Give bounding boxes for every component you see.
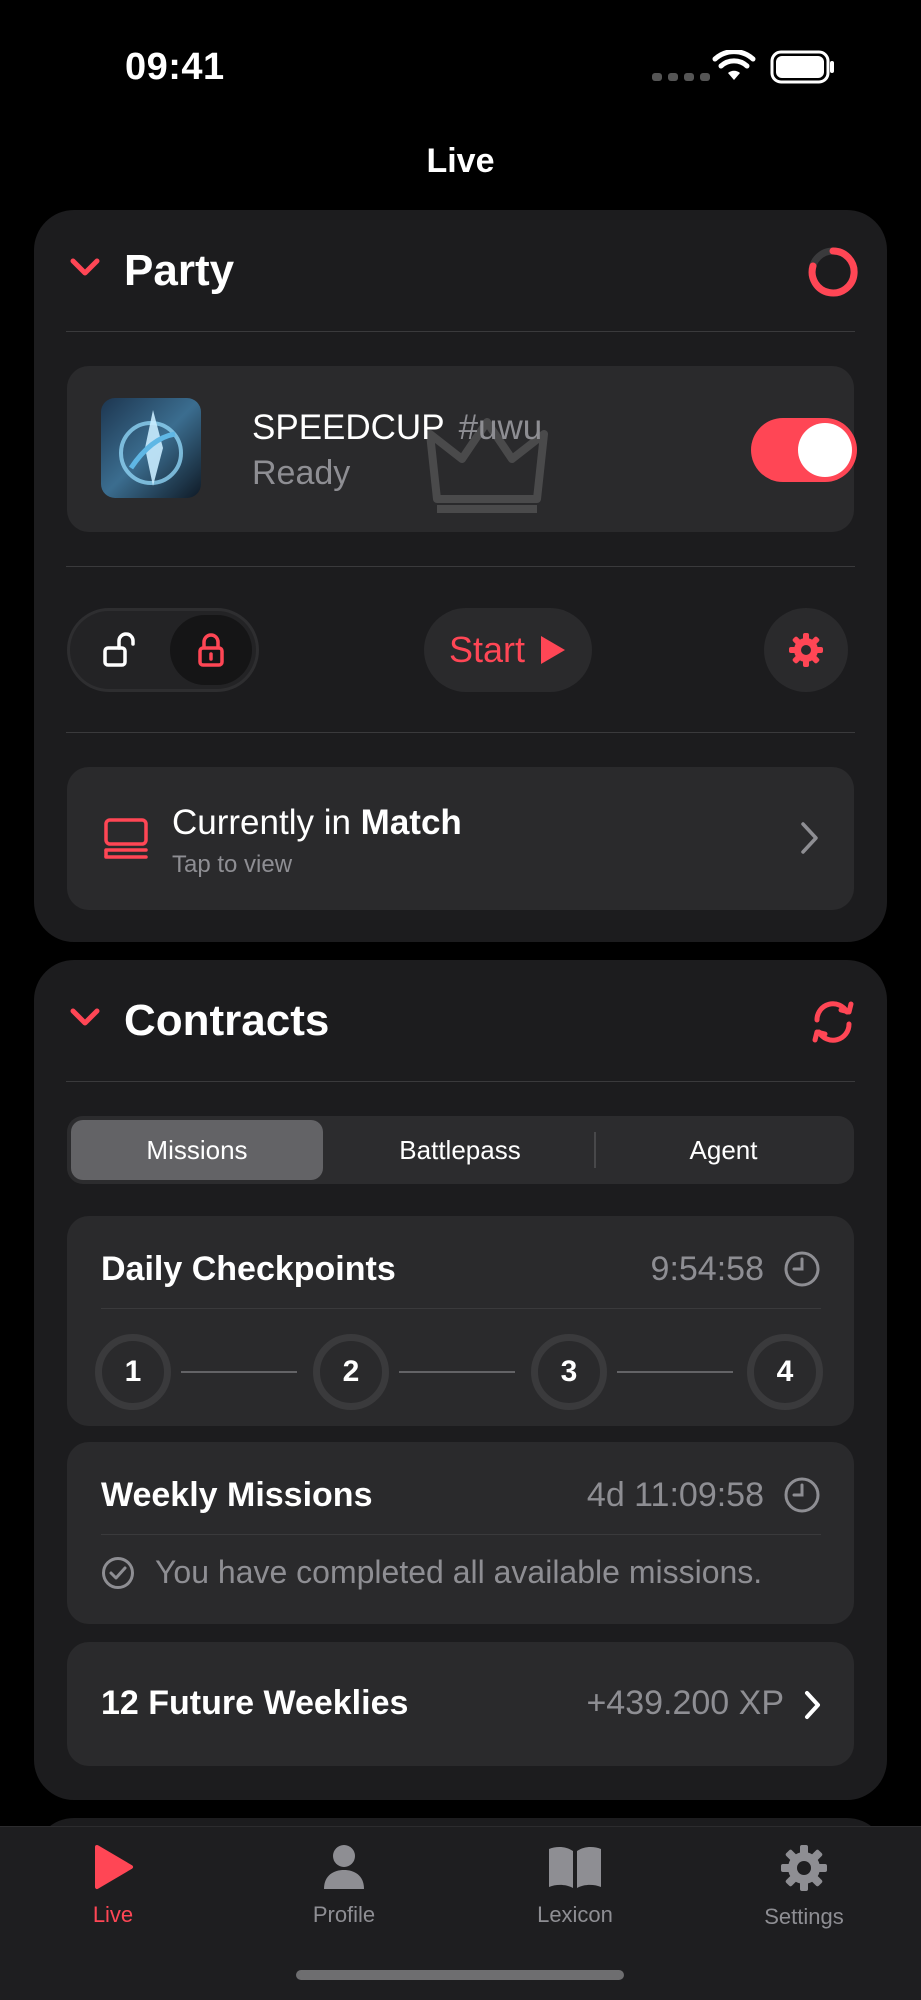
- future-xp: +439.200 XP: [586, 1684, 784, 1722]
- member-name: SPEEDCUP #uwu: [252, 408, 542, 448]
- ready-toggle[interactable]: [751, 418, 857, 482]
- contracts-title: Contracts: [124, 996, 330, 1045]
- play-icon: [95, 1845, 133, 1889]
- party-settings-button[interactable]: [764, 608, 848, 692]
- member-name-text: SPEEDCUP: [252, 408, 445, 447]
- tab-live[interactable]: Live: [23, 1843, 203, 1928]
- tab-lexicon-label: Lexicon: [537, 1902, 613, 1927]
- divider: [66, 1081, 855, 1082]
- status-bar: 09:41: [0, 0, 921, 140]
- segment-separator: [594, 1132, 596, 1168]
- clock-icon: [784, 1251, 820, 1287]
- weekly-message-text: You have completed all available mission…: [155, 1554, 763, 1590]
- toggle-knob: [798, 423, 852, 477]
- checkpoint-connector: [617, 1371, 733, 1373]
- current-match-row[interactable]: Currently in Match Tap to view: [67, 767, 854, 910]
- player-card-avatar: [101, 398, 201, 498]
- chevron-down-icon[interactable]: [70, 1008, 100, 1028]
- gear-icon: [789, 633, 823, 667]
- tab-lexicon[interactable]: Lexicon: [485, 1843, 665, 1928]
- checkpoint-4: 4: [747, 1334, 823, 1410]
- refresh-icon[interactable]: [809, 998, 857, 1046]
- tab-live-label: Live: [92, 1902, 134, 1927]
- gear-icon: [781, 1845, 827, 1891]
- lock-icon: [198, 633, 224, 667]
- clock-icon: [784, 1477, 820, 1513]
- home-indicator: [296, 1970, 624, 1980]
- tab-battlepass[interactable]: Battlepass: [329, 1120, 591, 1180]
- weekly-time-left: 4d 11:09:58: [586, 1476, 764, 1514]
- divider: [66, 331, 855, 332]
- match-title: Currently in Match: [172, 803, 462, 843]
- weekly-missions-card: Weekly Missions 4d 11:09:58 You have com…: [67, 1442, 854, 1624]
- checkpoint-3: 3: [531, 1334, 607, 1410]
- loading-spinner-icon: [808, 247, 858, 297]
- book-icon: [549, 1846, 601, 1888]
- weekly-completed-message: You have completed all available mission…: [101, 1554, 762, 1591]
- member-status: Ready: [252, 454, 351, 492]
- tab-profile[interactable]: Profile: [254, 1843, 434, 1928]
- contracts-card: Contracts Missions Battlepass Agent Dail…: [34, 960, 887, 1800]
- tab-missions[interactable]: Missions: [71, 1120, 323, 1180]
- tab-settings[interactable]: Settings: [714, 1843, 894, 1930]
- play-icon: [541, 636, 566, 664]
- checkpoint-2: 2: [313, 1334, 389, 1410]
- chevron-down-icon[interactable]: [70, 258, 100, 278]
- contracts-segmented-control: Missions Battlepass Agent: [67, 1116, 854, 1184]
- divider: [101, 1308, 821, 1309]
- start-button[interactable]: Start: [424, 608, 592, 692]
- page-title: Live: [426, 142, 495, 180]
- daily-title: Daily Checkpoints: [101, 1250, 396, 1288]
- match-prefix: Currently in: [172, 803, 361, 842]
- chevron-right-icon: [801, 822, 818, 854]
- party-title: Party: [124, 246, 235, 295]
- party-card: Party SPEEDCUP #uwu Ready Start Currentl…: [34, 210, 887, 942]
- monitor-icon: [104, 818, 148, 859]
- divider: [101, 1534, 821, 1535]
- future-weeklies-row[interactable]: 12 Future Weeklies +439.200 XP: [67, 1642, 854, 1766]
- lock-button[interactable]: [170, 615, 252, 685]
- checkmark-circle-icon: [102, 1556, 134, 1589]
- start-label: Start: [448, 629, 526, 670]
- party-access-toggle: [67, 608, 259, 692]
- checkpoint-connector: [181, 1371, 297, 1373]
- battery-icon: [770, 50, 834, 84]
- tab-settings-label: Settings: [764, 1904, 844, 1929]
- checkpoint-1: 1: [95, 1334, 171, 1410]
- future-title: 12 Future Weeklies: [101, 1684, 409, 1722]
- divider: [66, 566, 855, 567]
- member-tag: #uwu: [458, 408, 543, 447]
- weekly-title: Weekly Missions: [101, 1476, 373, 1514]
- divider: [66, 732, 855, 733]
- checkpoint-track: 1 2 3 4: [95, 1334, 823, 1410]
- match-state: Match: [360, 803, 462, 842]
- contracts-header[interactable]: Contracts: [34, 960, 887, 1082]
- match-subtitle: Tap to view: [172, 851, 293, 878]
- wifi-icon: [712, 50, 756, 80]
- daily-checkpoints-card: Daily Checkpoints 9:54:58 1 2 3 4: [67, 1216, 854, 1426]
- daily-time-left: 9:54:58: [650, 1250, 764, 1288]
- tab-agent[interactable]: Agent: [597, 1120, 850, 1180]
- chevron-right-icon: [805, 1691, 820, 1719]
- unlock-icon: [103, 632, 135, 667]
- status-time: 09:41: [125, 46, 225, 88]
- person-icon: [324, 1845, 364, 1889]
- checkpoint-connector: [399, 1371, 515, 1373]
- unlock-button[interactable]: [80, 615, 162, 685]
- tab-profile-label: Profile: [312, 1902, 376, 1927]
- cellular-signal-icon: [652, 73, 710, 81]
- party-header[interactable]: Party: [34, 210, 887, 332]
- party-member-row[interactable]: SPEEDCUP #uwu Ready: [67, 366, 857, 532]
